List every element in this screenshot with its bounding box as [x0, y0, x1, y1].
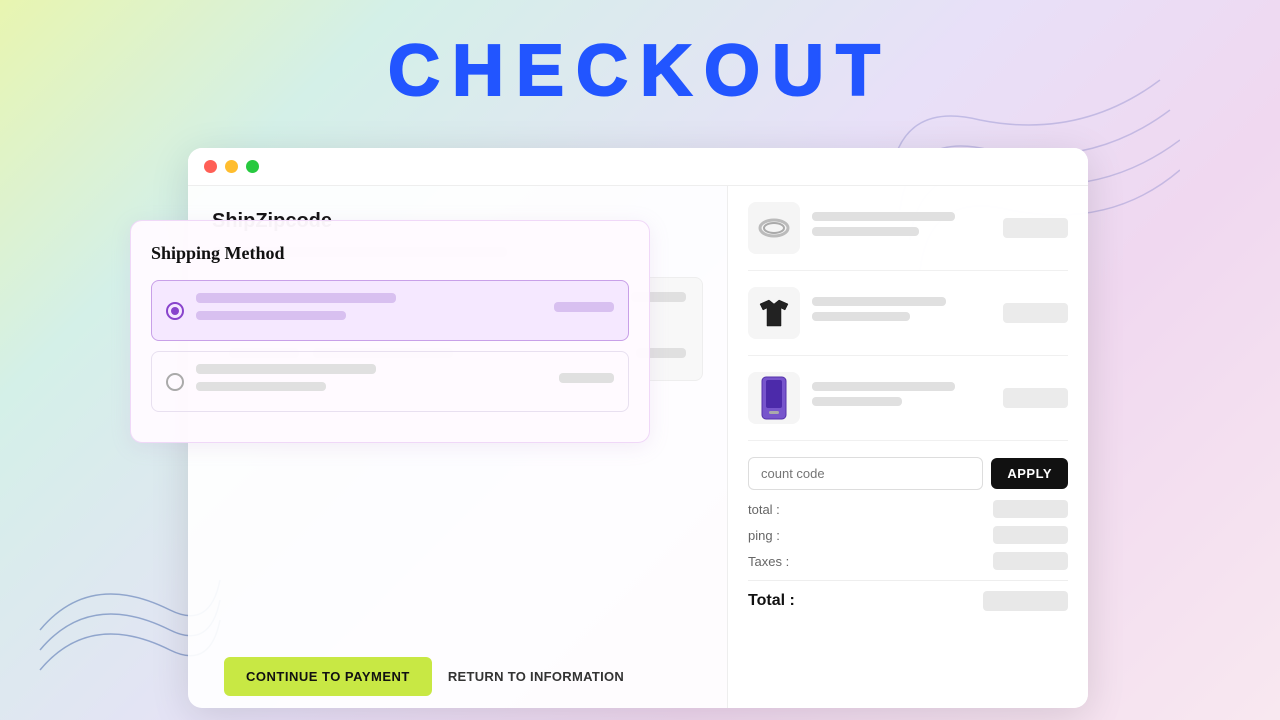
phone-icon — [760, 376, 788, 420]
product-image-3 — [748, 372, 800, 424]
right-panel: APPLY total : ping : Taxes : Total : — [728, 186, 1088, 708]
skeleton-bar — [196, 311, 346, 320]
product-item-1 — [748, 202, 1068, 271]
option-1-details — [196, 293, 542, 328]
maximize-button[interactable] — [246, 160, 259, 173]
taxes-label: Taxes : — [748, 554, 789, 569]
page-title: CHECKOUT — [388, 30, 892, 112]
shipping-option-1[interactable] — [151, 280, 629, 341]
shipping-option-2[interactable] — [151, 351, 629, 412]
skeleton-bar — [812, 297, 946, 306]
minimize-button[interactable] — [225, 160, 238, 173]
option-1-price — [554, 302, 614, 312]
product-details-3 — [812, 382, 991, 414]
shipping-label: ping : — [748, 528, 780, 543]
action-buttons: CONTINUE TO PAYMENT RETURN TO INFORMATIO… — [224, 657, 624, 696]
product-item-3 — [748, 372, 1068, 441]
radio-inner-1 — [171, 307, 179, 315]
skeleton-bar — [812, 312, 910, 321]
skeleton-bar — [812, 212, 955, 221]
product-details-1 — [812, 212, 991, 244]
return-to-information-button[interactable]: RETURN TO INFORMATION — [448, 669, 624, 684]
taxes-value — [993, 552, 1068, 570]
product-image-2 — [748, 287, 800, 339]
option-2-price — [559, 373, 614, 383]
product-price-1 — [1003, 218, 1068, 238]
product-price-2 — [1003, 303, 1068, 323]
product-item-2 — [748, 287, 1068, 356]
subtotal-value — [993, 500, 1068, 518]
tshirt-icon — [755, 294, 793, 332]
shipping-method-panel: Shipping Method — [130, 220, 650, 443]
skeleton-bar — [812, 382, 955, 391]
total-value — [983, 591, 1068, 611]
total-label: Total : — [748, 592, 795, 610]
skeleton-bar — [196, 382, 326, 391]
total-row: Total : — [748, 580, 1068, 611]
close-button[interactable] — [204, 160, 217, 173]
title-bar — [188, 148, 1088, 186]
product-image-1 — [748, 202, 800, 254]
shipping-method-title: Shipping Method — [151, 243, 629, 264]
subtotal-row: total : — [748, 500, 1068, 518]
apply-button[interactable]: APPLY — [991, 458, 1068, 489]
skeleton-bar — [812, 227, 919, 236]
skeleton-bar — [196, 364, 376, 374]
continue-to-payment-button[interactable]: CONTINUE TO PAYMENT — [224, 657, 432, 696]
shipping-row: ping : — [748, 526, 1068, 544]
product-price-3 — [1003, 388, 1068, 408]
radio-option-2[interactable] — [166, 373, 184, 391]
skeleton-bar — [812, 397, 902, 406]
discount-input[interactable] — [748, 457, 983, 490]
skeleton-bar — [196, 293, 396, 303]
shipping-value — [993, 526, 1068, 544]
radio-option-1[interactable] — [166, 302, 184, 320]
discount-row: APPLY — [748, 457, 1068, 490]
taxes-row: Taxes : — [748, 552, 1068, 570]
product-details-2 — [812, 297, 991, 329]
ring-icon — [754, 208, 794, 248]
option-2-details — [196, 364, 547, 399]
subtotal-label: total : — [748, 502, 780, 517]
